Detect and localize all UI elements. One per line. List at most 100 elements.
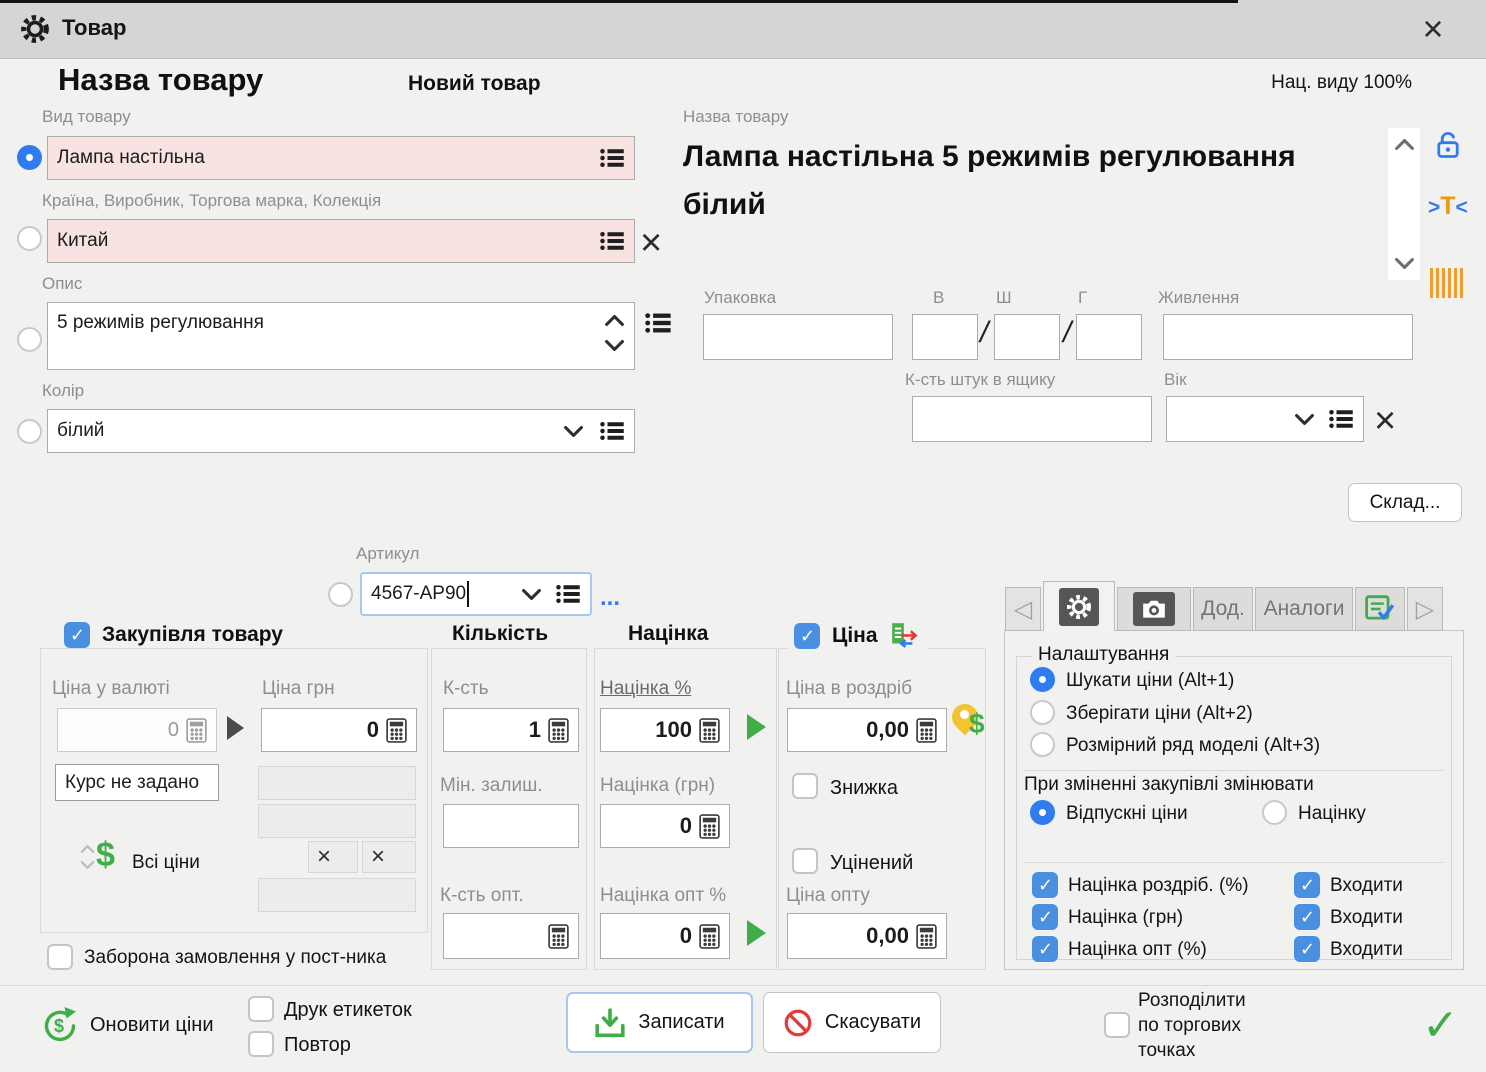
calculator-icon[interactable] xyxy=(916,718,937,743)
calculator-icon[interactable] xyxy=(699,814,720,839)
markup-grn-input[interactable]: 0 xyxy=(600,804,730,848)
tab-settings[interactable] xyxy=(1043,581,1115,631)
barcode-icon[interactable] xyxy=(1430,268,1466,298)
scroll-up-icon[interactable] xyxy=(1394,138,1415,151)
repeat-checkbox[interactable] xyxy=(248,1031,274,1057)
list-icon[interactable] xyxy=(1329,409,1354,429)
exchange-rate-box[interactable]: Курс не задано xyxy=(55,764,219,801)
include-checkbox[interactable] xyxy=(1294,904,1320,930)
retail-price-input[interactable]: 0,00 xyxy=(787,708,947,752)
name-scrollbar[interactable] xyxy=(1388,128,1420,280)
apply-markup-opt-icon[interactable] xyxy=(747,920,766,946)
calculator-icon[interactable] xyxy=(916,924,937,949)
option-size-range[interactable]: Розмірний ряд моделі (Alt+3) xyxy=(1066,735,1320,757)
calculator-icon[interactable] xyxy=(548,718,569,743)
calculator-icon[interactable] xyxy=(548,924,569,949)
list-icon[interactable] xyxy=(556,584,581,604)
depth-input[interactable] xyxy=(1076,314,1142,360)
tabs-scroll-right-icon[interactable]: ▷ xyxy=(1407,587,1443,631)
tab-additional[interactable]: Дод. xyxy=(1193,587,1253,631)
wholesale-price-input[interactable]: 0,00 xyxy=(787,913,947,959)
distribute-checkbox[interactable] xyxy=(1104,1012,1130,1038)
chevron-down-icon[interactable] xyxy=(1294,413,1315,426)
radio-search-prices[interactable] xyxy=(1030,667,1055,692)
country-radio[interactable] xyxy=(17,226,42,251)
markup-opt-checkbox[interactable] xyxy=(1032,936,1058,962)
unlock-icon[interactable] xyxy=(1434,130,1462,160)
sku-radio[interactable] xyxy=(328,582,353,607)
price-tag-icon[interactable]: $ xyxy=(952,702,992,742)
option-selling-prices[interactable]: Відпускні ціни xyxy=(1066,803,1188,825)
description-radio[interactable] xyxy=(17,327,42,352)
save-button[interactable]: Записати xyxy=(566,992,753,1053)
clear-age-icon[interactable]: × xyxy=(1374,400,1396,443)
power-input[interactable] xyxy=(1163,314,1413,360)
age-input[interactable] xyxy=(1166,396,1364,442)
tabs-scroll-left-icon[interactable]: ◁ xyxy=(1005,587,1041,631)
option-search-prices[interactable]: Шукати ціни (Alt+1) xyxy=(1066,670,1234,692)
markdown-checkbox[interactable] xyxy=(792,848,818,874)
country-input[interactable]: Китай xyxy=(47,219,635,263)
tab-checklist[interactable] xyxy=(1355,587,1405,631)
radio-selling-prices[interactable] xyxy=(1030,800,1055,825)
markup-pct-input[interactable]: 100 xyxy=(600,708,730,752)
list-icon[interactable] xyxy=(600,148,625,168)
qty-opt-input[interactable] xyxy=(443,913,579,959)
tab-analogs[interactable]: Аналоги xyxy=(1255,587,1353,631)
include-checkbox[interactable] xyxy=(1294,872,1320,898)
calculator-icon[interactable] xyxy=(186,718,207,743)
calculator-icon[interactable] xyxy=(699,718,720,743)
markup-grn-checkbox[interactable] xyxy=(1032,904,1058,930)
radio-markup[interactable] xyxy=(1262,800,1287,825)
radio-size-range[interactable] xyxy=(1030,732,1055,757)
height-input[interactable] xyxy=(912,314,978,360)
update-prices-label[interactable]: Оновити ціни xyxy=(90,1014,214,1037)
product-type-input[interactable]: Лампа настільна xyxy=(47,136,635,180)
price-currency-input[interactable]: 0 xyxy=(57,708,217,752)
cancel-button[interactable]: Скасувати xyxy=(763,992,941,1053)
list-icon[interactable] xyxy=(600,231,625,251)
radio-keep-prices[interactable] xyxy=(1030,700,1055,725)
list-icon[interactable] xyxy=(600,421,625,441)
min-stock-input[interactable] xyxy=(443,804,579,848)
package-input[interactable] xyxy=(703,314,893,360)
scroll-down-icon[interactable] xyxy=(1394,257,1415,270)
calculator-icon[interactable] xyxy=(699,924,720,949)
markup-retail-checkbox[interactable] xyxy=(1032,872,1058,898)
print-labels-checkbox[interactable] xyxy=(248,996,274,1022)
qty-input[interactable]: 1 xyxy=(443,708,579,752)
clear-country-icon[interactable]: × xyxy=(640,222,662,265)
refresh-prices-icon[interactable] xyxy=(40,1005,80,1045)
more-options-link[interactable]: ... xyxy=(600,584,620,612)
list-icon[interactable] xyxy=(645,312,672,334)
fit-text-icon[interactable]: >T< xyxy=(1428,192,1468,221)
option-keep-prices[interactable]: Зберігати ціни (Alt+2) xyxy=(1066,703,1253,725)
price-checkbox[interactable] xyxy=(794,623,820,649)
price-grn-input[interactable]: 0 xyxy=(261,708,417,752)
forbid-order-checkbox[interactable] xyxy=(47,944,73,970)
color-radio[interactable] xyxy=(17,419,42,444)
option-markup[interactable]: Націнку xyxy=(1298,803,1366,825)
warehouse-button[interactable]: Склад... xyxy=(1348,483,1462,522)
box-qty-input[interactable] xyxy=(912,396,1152,442)
confirm-check-icon[interactable]: ✓ xyxy=(1422,1000,1459,1051)
markup-opt-input[interactable]: 0 xyxy=(600,913,730,959)
include-checkbox[interactable] xyxy=(1294,936,1320,962)
markup-pct-link[interactable]: Націнка % xyxy=(600,678,691,700)
calculator-icon[interactable] xyxy=(386,718,407,743)
width-input[interactable] xyxy=(994,314,1060,360)
chevron-down-icon[interactable] xyxy=(521,588,542,601)
scroll-up-icon[interactable] xyxy=(604,314,625,327)
apply-markup-icon[interactable] xyxy=(747,714,766,740)
close-icon[interactable]: × xyxy=(1408,4,1458,54)
discount-checkbox[interactable] xyxy=(792,773,818,799)
product-type-radio[interactable] xyxy=(17,145,42,170)
scroll-down-icon[interactable] xyxy=(604,339,625,352)
purchase-checkbox[interactable] xyxy=(64,622,90,648)
all-prices-label[interactable]: Всі ціни xyxy=(132,852,200,874)
color-input[interactable]: білий xyxy=(47,409,635,453)
chevron-down-icon[interactable] xyxy=(563,425,584,438)
all-prices-icon[interactable]: $ xyxy=(80,840,128,880)
sku-input[interactable]: 4567-AP90 xyxy=(360,572,592,616)
description-textarea[interactable]: 5 режимів регулювання xyxy=(47,302,635,370)
